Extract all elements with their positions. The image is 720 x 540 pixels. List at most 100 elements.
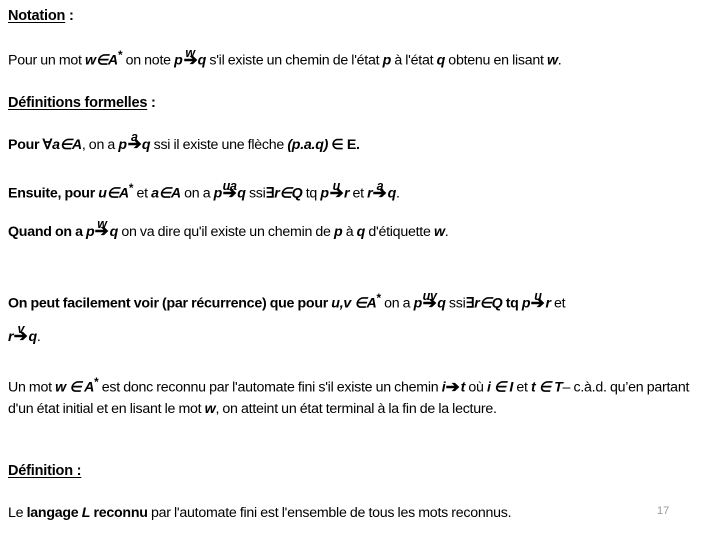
symbol-p: p [382,52,392,69]
text-segment: par l'automate fini est l'ensemble de to… [147,505,512,521]
symbol-in-a: ∈A [59,137,82,153]
text-segment: ssi [445,295,466,312]
text-segment: , on a [81,137,119,153]
paragraph-r-arrow-q: r v ➔q. [8,323,41,348]
heading-definitions-formelles-label: Définitions formelles [8,95,148,111]
paragraph-quand: Quand on a p w ➔q on va dire qu'il existe … [8,218,449,243]
text-segment: . [36,329,41,345]
symbol-u: u [98,185,107,202]
text-segment: Le [8,505,27,521]
symbol-w: w [546,52,558,69]
heading-definition-label: Définition : [8,463,82,479]
symbol-p: p [86,224,95,240]
text-segment: tq [502,295,522,312]
text-segment: d'étiquette [365,224,434,240]
symbol-q: q [28,329,37,345]
arrow-icon: ➔ [222,184,237,202]
text-segment: . [557,52,562,69]
text-segment-bold: reconnu [90,505,148,521]
text-segment: et [133,185,152,202]
symbol-q: q [109,224,119,240]
symbol-w: w [55,379,66,396]
symbol-in-a: ∈A [351,295,377,312]
labelled-arrow: w ➔ [95,218,109,243]
text-segment: . [396,185,400,202]
arrow-icon: ➔ [530,294,545,312]
symbol-p: p [413,295,423,312]
symbol-l: L [81,505,91,521]
paragraph-le-langage: Le langage L reconnu par l'automate fini… [8,503,512,524]
symbol-w: w [85,52,96,69]
labelled-arrow: w ➔ [183,46,197,72]
paragraph-ensuite: Ensuite, pour u∈A* et a∈A on a p ua ➔q ssi… [8,178,400,205]
heading-definition: Définition : [8,461,82,481]
symbol-in-i: ∈ I [490,379,514,396]
text-segment: Pour ∀ [8,137,53,153]
symbol-arc-triple: (p.a.q) [287,137,329,153]
paragraph-on-peut: On peut facilement voir (par récurrence)… [8,288,566,315]
symbol-q: q [436,52,446,69]
arrow-icon: ➔ [422,294,437,312]
heading-notation: Notation : [8,6,74,26]
labelled-arrow: ua ➔ [222,179,237,205]
text-segment-bold: langage [26,505,82,521]
symbol-in-q: ∈Q [279,185,303,202]
text-segment: On peut facilement voir (par récurrence)… [8,295,332,312]
labelled-arrow: uv ➔ [422,289,437,315]
text-segment: s'il existe un chemin de l'état [206,52,383,69]
arrow-icon: ➔ [95,223,109,240]
heading-definitions-formelles: Définitions formelles : [8,93,156,113]
symbol-p: p [213,185,223,202]
symbol-in-a: ∈A [106,185,129,202]
text-segment: et [513,379,531,396]
symbol-in-q: ∈Q [479,295,503,312]
labelled-arrow: u ➔ [329,179,344,205]
text-segment: Un mot [8,379,56,396]
arrow-icon: ➔ [127,136,142,153]
symbol-p: p [118,137,127,153]
text-segment: Ensuite, pour [8,185,99,202]
symbol-exists: ∃ [265,185,275,202]
text-segment: on note [122,52,175,69]
arrow-icon: ➔ [373,184,387,202]
symbol-p: p [521,295,531,312]
text-segment: – [562,379,574,396]
symbol-q: q [387,185,397,202]
labelled-arrow: v ➔ [14,323,28,348]
paragraph-pour-un-mot: Pour un mot w∈A* on note p w ➔q s'il exist… [8,45,562,72]
text-segment: tq [302,185,321,202]
heading-definitions-formelles-colon: : [147,95,156,111]
text-segment: à l'état [391,52,437,69]
symbol-r: r [8,329,14,345]
symbol-in-a: ∈A [95,52,118,69]
arrow-icon: ➔ [329,184,344,202]
text-segment: on va dire qu'il existe un chemin de [118,224,334,240]
symbol-r: r [367,185,373,202]
text-segment: ssi [245,185,266,202]
text-segment: on a [180,185,214,202]
symbol-exists: ∃ [465,295,475,312]
symbol-a: a [151,185,159,202]
paragraph-pour-forall: Pour ∀a∈A, on a p a ➔q ssi il existe une f… [8,131,360,156]
symbol-p: p [174,52,183,69]
page-number: 17 [657,505,670,517]
symbol-w: w [204,400,216,417]
symbol-q: q [197,52,207,69]
text-segment: Pour un mot [8,52,86,69]
text-segment: ssi il existe une flèche [150,137,288,153]
text-segment: à [342,224,357,240]
text-segment: où [465,379,487,396]
text-segment: on a [380,295,414,312]
text-segment: et [349,185,368,202]
symbol-in-a: ∈A [158,185,181,202]
text-segment: et [550,295,566,312]
arrow-icon: ➔ [183,51,197,69]
heading-notation-label: Notation [8,8,66,24]
labelled-arrow: a ➔ [127,131,142,156]
text-segment: Quand on a [8,224,87,240]
labelled-arrow: u ➔ [530,289,545,315]
symbol-q: q [437,295,446,312]
paragraph-un-mot: Un mot w ∈ A* est donc reconnu par l'aut… [8,372,712,420]
symbol-in-a: ∈ A [65,379,95,396]
symbol-q: q [237,185,246,202]
